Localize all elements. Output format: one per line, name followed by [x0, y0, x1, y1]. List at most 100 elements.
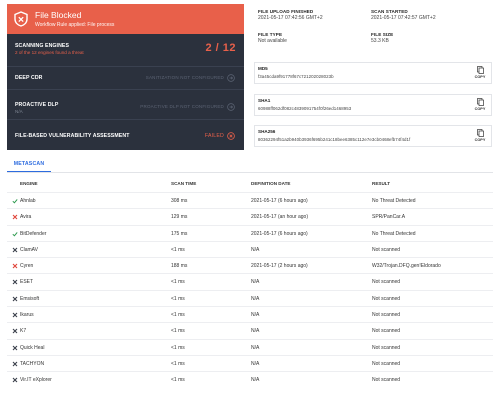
not-scanned-cross-icon: [12, 361, 18, 367]
scan-time: 175 ms: [171, 230, 188, 237]
table-row[interactable]: Emsisoft <1 ms N/A Not scanned: [7, 289, 493, 306]
scan-result: Not scanned: [372, 360, 401, 367]
not-scanned-cross-icon: [12, 328, 18, 334]
deep-cdr-status: SANITIZATION NOT CONFIGURED: [145, 75, 224, 80]
scan-time: <1 ms: [171, 360, 185, 367]
engine-name: Avira: [20, 214, 32, 221]
engine-name: Emsisoft: [20, 295, 40, 302]
definition-date: 2021-05-17 (2 hours ago): [251, 263, 308, 270]
scan-time: <1 ms: [171, 279, 185, 286]
table-row[interactable]: TACHYON <1 ms N/A Not scanned: [7, 354, 493, 371]
verdict-subtitle: Workflow Rule applied: File process: [35, 22, 115, 28]
column-header-engine[interactable]: ENGINE: [20, 181, 38, 186]
file-size-info: FILE SIZE 53.3 KB: [371, 32, 393, 44]
scan-time: <1 ms: [171, 377, 185, 384]
scan-result: W32/Trojan.DFQ.gen!Eldorado: [372, 263, 441, 270]
proactive-dlp-sub: N/A: [15, 109, 23, 114]
engine-name: BitDefender: [20, 230, 47, 237]
scan-result: Not scanned: [372, 328, 401, 335]
copy-button[interactable]: COPY: [474, 129, 486, 142]
engine-name: ESET: [20, 279, 34, 286]
table-row[interactable]: Quick Heal <1 ms N/A Not scanned: [7, 338, 493, 355]
hash-label: SHA1: [258, 98, 271, 103]
arrow-right-circle-icon[interactable]: [227, 74, 235, 82]
table-row[interactable]: Avira 129 ms 2021-05-17 (an hour ago) SPR/P…: [7, 208, 493, 224]
upload-finished-info: FILE UPLOAD FINISHED 2021-05-17 07:42:56…: [258, 9, 323, 21]
table-row[interactable]: ClamAV <1 ms N/A Not scanned: [7, 240, 493, 257]
file-size-label: FILE SIZE: [371, 32, 394, 37]
file-type-info: FILE TYPE Not available: [258, 32, 287, 44]
column-header-definition-date[interactable]: DEFINITION DATE: [251, 181, 290, 186]
table-row[interactable]: Cyren 188 ms 2021-05-17 (2 hours ago) W32/T…: [7, 257, 493, 273]
engines-threat-count: 2 / 12: [205, 42, 236, 54]
table-row[interactable]: Ikarus <1 ms N/A Not scanned: [7, 306, 493, 322]
deep-cdr-row[interactable]: DEEP CDR SANITIZATION NOT CONFIGURED: [7, 66, 244, 89]
engine-name: Vir.IT eXplorer: [20, 377, 52, 384]
definition-date: N/A: [251, 279, 260, 286]
scan-time: 188 ms: [171, 263, 188, 270]
check-icon: [12, 199, 18, 204]
definition-date: 2021-05-17 (6 hours ago): [251, 198, 308, 204]
file-type-label: FILE TYPE: [258, 32, 283, 37]
hash-value: f3a45cda9f91778f67c721202028023b: [258, 74, 334, 79]
vulnerability-assessment-label: FILE-BASED VULNERABILITY ASSESSMENT: [15, 133, 130, 139]
copy-label: COPY: [474, 75, 486, 79]
proactive-dlp-row[interactable]: PROACTIVE DLP N/A PROACTIVE DLP NOT CONF…: [7, 89, 244, 119]
definition-date: N/A: [251, 328, 260, 335]
scan-result: Not scanned: [372, 279, 401, 286]
check-icon: [12, 231, 18, 237]
not-scanned-cross-icon: [12, 247, 18, 253]
scan-time: 129 ms: [171, 214, 188, 221]
engine-name: Cyren: [20, 263, 34, 270]
scan-time: <1 ms: [171, 328, 185, 335]
definition-date: N/A: [251, 360, 260, 367]
scan-summary-panel: File Blocked Workflow Rule applied: File…: [7, 4, 244, 150]
definition-date: N/A: [251, 246, 260, 253]
scan-result: SPR/PanCar.A: [372, 214, 406, 221]
vulnerability-assessment-row[interactable]: FILE-BASED VULNERABILITY ASSESSMENT FAIL…: [7, 119, 244, 150]
tab-divider: [7, 172, 493, 173]
not-scanned-cross-icon: [12, 377, 18, 383]
scan-result: Not scanned: [372, 344, 401, 351]
table-row[interactable]: Ahnlab 308 ms 2021-05-17 (6 hours ago) No T…: [7, 192, 493, 208]
hash-value: 80362294f51a2b940b3936f695b241c18bee6385…: [258, 137, 411, 142]
definition-date: N/A: [251, 295, 260, 302]
tab-metascan[interactable]: METASCAN: [7, 158, 51, 172]
scanning-engines-label: SCANNING ENGINES: [15, 43, 70, 49]
proactive-dlp-label: PROACTIVE DLP: [15, 102, 59, 108]
column-header-result[interactable]: RESULT: [372, 181, 390, 186]
column-header-scan-time[interactable]: SCAN TIME: [171, 181, 196, 186]
scan-time: 308 ms: [171, 198, 188, 204]
copy-button[interactable]: COPY: [474, 66, 486, 79]
failed-circle-icon: [227, 132, 235, 140]
table-row[interactable]: BitDefender 175 ms 2021-05-17 (6 hours ago…: [7, 224, 493, 241]
verdict-banner: File Blocked Workflow Rule applied: File…: [7, 4, 244, 34]
scan-time: <1 ms: [171, 344, 185, 351]
vulnerability-status: FAILED: [204, 133, 224, 139]
scan-result: Not scanned: [372, 312, 401, 319]
scan-started-info: SCAN STARTED 2021-05-17 07:42:57 GMT+2: [371, 9, 436, 21]
scan-result: Not scanned: [372, 377, 401, 384]
not-scanned-cross-icon: [12, 296, 18, 302]
definition-date: 2021-05-17 (an hour ago): [251, 214, 308, 221]
threat-cross-icon: [12, 263, 18, 269]
scanning-engines-row[interactable]: SCANNING ENGINES 2 of the 12 engines fou…: [7, 34, 244, 66]
copy-label: COPY: [474, 107, 486, 111]
arrow-right-circle-icon[interactable]: [227, 103, 235, 111]
scan-time: <1 ms: [171, 295, 185, 302]
copy-icon: [476, 66, 484, 74]
file-size-value: 53.3 KB: [371, 38, 389, 44]
engine-name: Ikarus: [20, 312, 34, 319]
copy-button[interactable]: COPY: [474, 98, 486, 111]
hash-label: MD5: [258, 66, 268, 71]
table-row[interactable]: K7 <1 ms N/A Not scanned: [7, 322, 493, 338]
scan-result: Not scanned: [372, 246, 401, 253]
table-row[interactable]: Vir.IT eXplorer <1 ms N/A Not scanned: [7, 371, 493, 387]
engine-name: Quick Heal: [20, 344, 45, 351]
table-row[interactable]: ESET <1 ms N/A Not scanned: [7, 273, 493, 289]
definition-date: 2021-05-17 (6 hours ago): [251, 230, 308, 237]
engine-name: Ahnlab: [20, 198, 36, 204]
shield-icon: [14, 11, 28, 27]
engine-table-body: Ahnlab 308 ms 2021-05-17 (6 hours ago) No T…: [7, 192, 493, 388]
copy-label: COPY: [474, 138, 486, 142]
